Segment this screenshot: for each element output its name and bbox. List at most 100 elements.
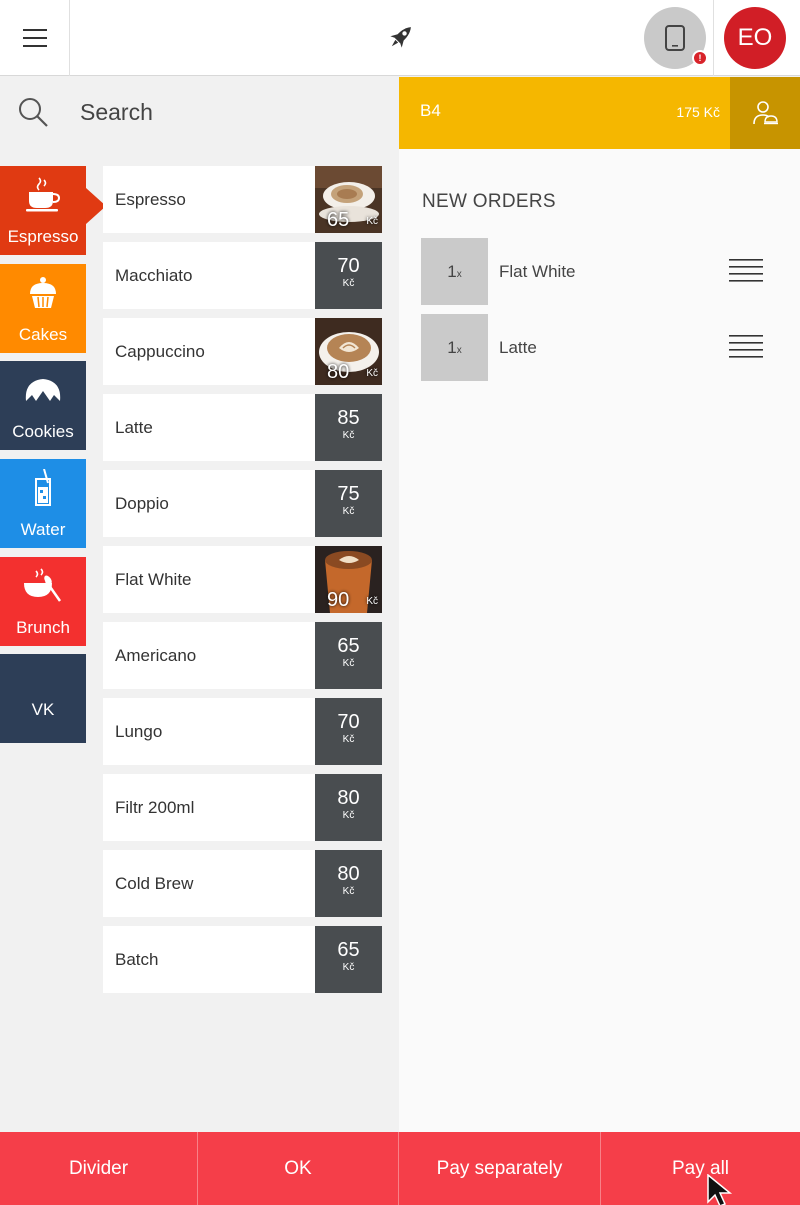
price-tag: 80 Kč	[315, 850, 382, 917]
product-name: Espresso	[115, 190, 186, 209]
product-name: Batch	[115, 950, 159, 969]
product-price: 80	[337, 863, 360, 885]
coffee-cup-icon	[26, 177, 61, 212]
product-price: 65	[327, 209, 350, 231]
product-currency: Kč	[342, 430, 355, 441]
waiter-icon	[753, 101, 778, 125]
search-bar[interactable]: Search	[0, 77, 399, 149]
mouse-cursor-icon	[707, 1174, 733, 1205]
pay-separately-button[interactable]: Pay separately	[399, 1132, 601, 1205]
new-orders-title: NEW ORDERS	[422, 191, 556, 212]
table-header[interactable]: B4 175 Kč	[399, 77, 730, 149]
user-avatar[interactable]: EO	[724, 7, 786, 69]
product-currency: Kč	[366, 216, 378, 227]
price-tag: 65 Kč	[315, 926, 382, 993]
order-quantity: 1	[447, 338, 457, 357]
price-tag: 80 Kč	[315, 774, 382, 841]
product-name: Latte	[115, 418, 153, 437]
product-price: 65	[337, 635, 360, 657]
product-name: Lungo	[115, 722, 163, 741]
product-name: Cold Brew	[115, 874, 194, 893]
category-vk[interactable]: VK	[0, 654, 86, 743]
drag-handle-icon[interactable]	[729, 258, 763, 284]
price-tag: 85 Kč	[315, 394, 382, 461]
menu-button[interactable]	[0, 0, 70, 76]
product-macchiato[interactable]: Macchiato 70 Kč	[103, 242, 382, 309]
product-image: 65 Kč	[315, 166, 382, 233]
search-label: Search	[80, 99, 153, 125]
product-price: 80	[337, 787, 360, 809]
product-espresso[interactable]: Espresso 65 Kč	[103, 166, 382, 233]
action-bar: Divider OK Pay separately Pay all	[0, 1132, 800, 1205]
category-label: VK	[31, 700, 55, 719]
category-label: Brunch	[16, 618, 70, 637]
cupcake-icon	[30, 277, 56, 308]
pay-all-button[interactable]: Pay all	[601, 1132, 800, 1205]
category-brunch[interactable]: Brunch	[0, 557, 86, 646]
tablet-icon	[665, 25, 685, 51]
product-name: Macchiato	[115, 266, 193, 285]
order-item[interactable]: 1x Flat White	[421, 238, 781, 305]
product-currency: Kč	[366, 368, 378, 379]
product-price: 80	[327, 361, 350, 383]
category-water[interactable]: Water	[0, 459, 86, 548]
product-price: 75	[337, 483, 360, 505]
search-icon	[19, 98, 48, 127]
category-label: Water	[20, 520, 66, 539]
order-panel: B4 175 Kč NEW ORDERS 1x Flat White 1x La…	[399, 77, 800, 1132]
ok-button[interactable]: OK	[198, 1132, 399, 1205]
category-espresso[interactable]: Espresso	[0, 166, 86, 255]
table-total: 175 Kč	[676, 104, 720, 120]
guest-button[interactable]	[730, 77, 800, 149]
product-currency: Kč	[342, 962, 355, 973]
category-label: Cookies	[12, 422, 74, 441]
product-currency: Kč	[342, 734, 355, 745]
product-cappuccino[interactable]: Cappuccino 80 Kč	[103, 318, 382, 385]
product-price: 65	[337, 939, 360, 961]
divider-button[interactable]: Divider	[0, 1132, 198, 1205]
rocket-icon	[390, 27, 411, 48]
product-price: 70	[337, 711, 360, 733]
quantity-unit: x	[456, 345, 462, 356]
product-name: Cappuccino	[115, 342, 205, 361]
product-name: Americano	[115, 646, 197, 665]
product-latte[interactable]: Latte 85 Kč	[103, 394, 382, 461]
drink-icon	[35, 469, 51, 506]
product-price: 90	[327, 589, 350, 611]
product-americano[interactable]: Americano 65 Kč	[103, 622, 382, 689]
category-label: Espresso	[7, 227, 79, 246]
product-flat-white[interactable]: Flat White 90 Kč	[103, 546, 382, 613]
order-name: Latte	[499, 338, 537, 357]
product-currency: Kč	[366, 596, 378, 607]
product-currency: Kč	[342, 886, 355, 897]
product-currency: Kč	[342, 810, 355, 821]
product-filtr[interactable]: Filtr 200ml 80 Kč	[103, 774, 382, 841]
product-image: 90 Kč	[315, 546, 382, 613]
product-price: 85	[337, 407, 360, 429]
bowl-icon	[24, 568, 62, 602]
price-tag: 70 Kč	[315, 698, 382, 765]
category-cookies[interactable]: Cookies	[0, 361, 86, 450]
product-batch[interactable]: Batch 65 Kč	[103, 926, 382, 993]
hamburger-icon	[22, 29, 47, 47]
croissant-icon	[25, 379, 61, 401]
order-item[interactable]: 1x Latte	[421, 314, 781, 381]
product-image: 80 Kč	[315, 318, 382, 385]
product-name: Filtr 200ml	[115, 798, 195, 817]
category-cakes[interactable]: Cakes	[0, 264, 86, 353]
quantity-box[interactable]: 1x	[421, 238, 488, 305]
product-lungo[interactable]: Lungo 70 Kč	[103, 698, 382, 765]
product-currency: Kč	[342, 658, 355, 669]
price-tag: 65 Kč	[315, 622, 382, 689]
product-currency: Kč	[342, 506, 355, 517]
price-tag: 70 Kč	[315, 242, 382, 309]
alert-badge: !	[692, 50, 708, 66]
product-doppio[interactable]: Doppio 75 Kč	[103, 470, 382, 537]
product-name: Flat White	[115, 570, 192, 589]
product-cold-brew[interactable]: Cold Brew 80 Kč	[103, 850, 382, 917]
drag-handle-icon[interactable]	[729, 334, 763, 360]
table-name: B4	[420, 101, 441, 120]
quantity-box[interactable]: 1x	[421, 314, 488, 381]
divider	[713, 0, 714, 76]
product-price: 70	[337, 255, 360, 277]
